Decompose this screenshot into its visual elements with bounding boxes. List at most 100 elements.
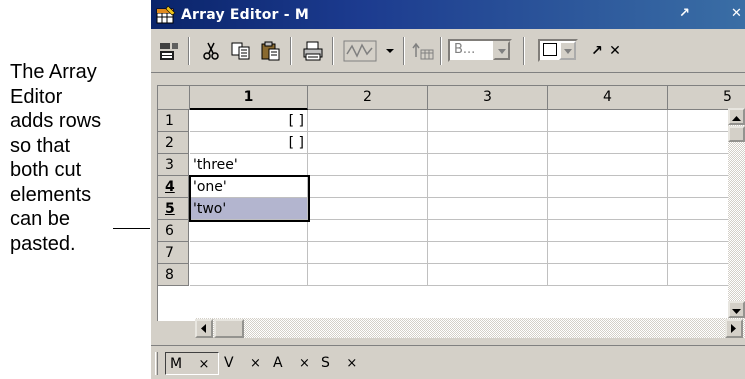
- chevron-down-icon[interactable]: [493, 41, 510, 60]
- tab-label: M: [170, 356, 183, 372]
- paste-icon[interactable]: [259, 40, 283, 62]
- grid-corner[interactable]: [158, 86, 190, 110]
- plot-icon[interactable]: [343, 40, 377, 62]
- tab-m[interactable]: M ×: [165, 352, 219, 375]
- cell[interactable]: [428, 198, 548, 220]
- array-editor-window: Array Editor - M ↗ ✕ B... ↗ ✕ 1 2 3 4 5 …: [150, 0, 745, 379]
- tab-label: A: [273, 355, 283, 371]
- close-icon[interactable]: ×: [346, 356, 357, 371]
- cell[interactable]: 'two': [190, 198, 308, 220]
- column-header[interactable]: 4: [548, 86, 668, 110]
- cell[interactable]: [428, 242, 548, 264]
- tab-s[interactable]: S ×: [321, 352, 357, 375]
- toolbar-separator: [403, 37, 405, 65]
- numeric-format-combo[interactable]: B...: [448, 39, 512, 62]
- cell[interactable]: [428, 220, 548, 242]
- cell[interactable]: [548, 198, 668, 220]
- row-header[interactable]: 2: [158, 132, 189, 154]
- column-header[interactable]: 2: [308, 86, 428, 110]
- row-header[interactable]: 4: [158, 176, 189, 198]
- cell[interactable]: [428, 154, 548, 176]
- cell[interactable]: [548, 220, 668, 242]
- cell[interactable]: [308, 220, 428, 242]
- horizontal-scroll-thumb[interactable]: [214, 319, 244, 338]
- vertical-scroll-thumb[interactable]: [728, 126, 745, 142]
- close-icon[interactable]: ×: [250, 356, 261, 371]
- cell[interactable]: [548, 264, 668, 286]
- cell[interactable]: [428, 132, 548, 154]
- transpose-icon[interactable]: [411, 40, 435, 62]
- print-icon[interactable]: [301, 40, 325, 62]
- cell[interactable]: [548, 176, 668, 198]
- column-header[interactable]: 1: [190, 86, 308, 110]
- cell[interactable]: [548, 132, 668, 154]
- cell[interactable]: [428, 264, 548, 286]
- close-button[interactable]: ✕: [731, 6, 742, 21]
- scroll-up-button[interactable]: [728, 108, 745, 125]
- cell[interactable]: [190, 220, 308, 242]
- toolbar-separator: [440, 37, 442, 65]
- scroll-down-button[interactable]: [728, 301, 745, 318]
- toolbar: B... ↗ ✕: [151, 29, 745, 73]
- horizontal-scrollbar[interactable]: [195, 318, 745, 338]
- cell[interactable]: [ ]: [190, 110, 308, 132]
- chevron-down-icon[interactable]: [559, 41, 576, 60]
- toolbar-separator: [332, 37, 334, 65]
- import-icon[interactable]: [157, 40, 181, 62]
- cell[interactable]: [548, 242, 668, 264]
- annotation-line: Editor: [10, 85, 63, 108]
- cell[interactable]: 'three': [190, 154, 308, 176]
- arrow-right-icon: [731, 324, 736, 333]
- cell[interactable]: [548, 154, 668, 176]
- title-bar[interactable]: Array Editor - M ↗ ✕: [151, 0, 745, 29]
- undock-button[interactable]: ↗: [679, 6, 690, 21]
- row-header[interactable]: 6: [158, 220, 189, 242]
- annotation-text: The Array Editor adds rows so that both …: [10, 60, 140, 256]
- cell[interactable]: 'one': [190, 176, 308, 198]
- array-grid: 1 2 3 4 5 1 [ ] 2 [ ] 3 'three' 4 'one': [157, 85, 745, 321]
- cut-icon[interactable]: [199, 40, 223, 62]
- cell[interactable]: [428, 176, 548, 198]
- tab-v[interactable]: V ×: [224, 352, 261, 375]
- cell[interactable]: [308, 110, 428, 132]
- array-editor-icon: [156, 5, 176, 25]
- column-header[interactable]: 5: [668, 86, 745, 110]
- cell[interactable]: [ ]: [190, 132, 308, 154]
- close-icon[interactable]: ×: [299, 356, 310, 371]
- annotation-line: adds rows: [10, 110, 102, 132]
- annotation-line: both cut: [10, 159, 82, 181]
- row-header[interactable]: 1: [158, 110, 189, 132]
- cell[interactable]: [308, 198, 428, 220]
- cell[interactable]: [190, 242, 308, 264]
- vertical-scrollbar[interactable]: [728, 108, 745, 321]
- scroll-left-button[interactable]: [195, 319, 213, 338]
- cell[interactable]: [308, 242, 428, 264]
- cell[interactable]: [548, 110, 668, 132]
- row-header[interactable]: 5: [158, 198, 189, 220]
- cell[interactable]: [190, 264, 308, 286]
- cell[interactable]: [428, 110, 548, 132]
- tab-a[interactable]: A ×: [273, 352, 310, 375]
- close-icon[interactable]: ×: [199, 357, 210, 372]
- cell[interactable]: [308, 264, 428, 286]
- row-header[interactable]: 7: [158, 242, 189, 264]
- window-title: Array Editor - M: [181, 6, 309, 23]
- size-combo[interactable]: [538, 39, 578, 62]
- dropdown-arrow-icon[interactable]: [383, 40, 397, 62]
- column-header[interactable]: 3: [428, 86, 548, 110]
- numeric-format-value: B...: [454, 42, 476, 57]
- cell[interactable]: [308, 154, 428, 176]
- row-header[interactable]: 3: [158, 154, 189, 176]
- scroll-right-button[interactable]: [725, 319, 743, 338]
- copy-icon[interactable]: [229, 40, 253, 62]
- row-header[interactable]: 8: [158, 264, 189, 286]
- arrow-up-icon: [732, 116, 741, 121]
- arrow-down-icon: [732, 309, 741, 314]
- annotation-line: so that: [10, 134, 71, 157]
- toolbar-separator: [290, 37, 292, 65]
- tab-label: V: [224, 355, 234, 371]
- close-icon[interactable]: ✕: [603, 40, 627, 62]
- tab-grip[interactable]: [155, 352, 158, 375]
- cell[interactable]: [308, 132, 428, 154]
- cell[interactable]: [308, 176, 428, 198]
